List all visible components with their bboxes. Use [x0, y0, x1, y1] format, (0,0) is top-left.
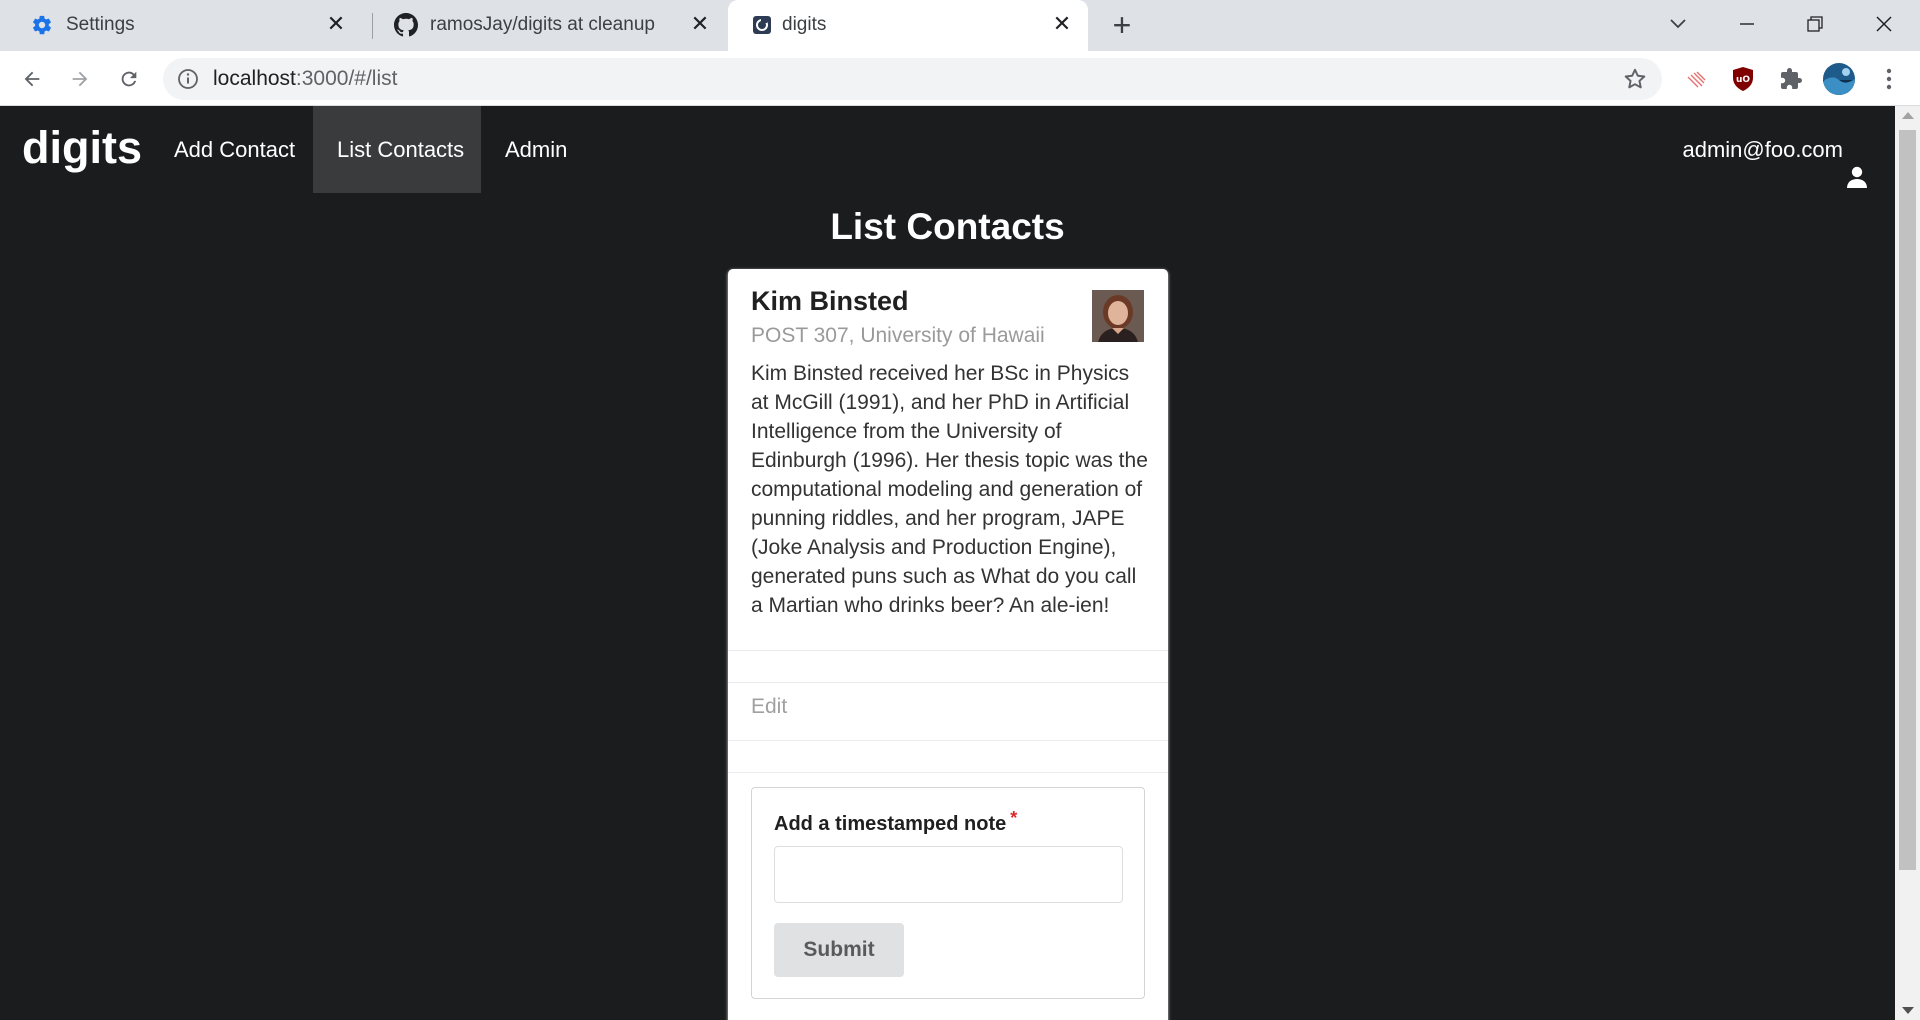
info-icon[interactable] — [177, 68, 199, 90]
contact-name: Kim Binsted — [751, 286, 909, 316]
address-bar[interactable]: localhost:3000/#/list — [163, 58, 1662, 100]
scroll-down-arrow-icon[interactable] — [1902, 1007, 1914, 1014]
contact-photo — [1092, 290, 1144, 342]
forward-arrow-icon[interactable] — [64, 63, 96, 95]
tab-title: Settings — [66, 14, 135, 35]
nav-list-contacts[interactable]: List Contacts — [313, 106, 481, 193]
nav-add-contact[interactable]: Add Contact — [150, 106, 319, 193]
contact-address: POST 307, University of Hawaii — [751, 324, 1045, 347]
note-input[interactable] — [774, 846, 1123, 903]
puzzle-extensions-icon[interactable] — [1776, 64, 1806, 94]
ublock-shield-icon[interactable]: uO — [1728, 64, 1758, 94]
card-divider — [728, 772, 1168, 773]
kebab-menu-icon[interactable] — [1874, 64, 1904, 94]
new-tab-plus-icon[interactable]: + — [1106, 9, 1138, 42]
submit-button[interactable]: Submit — [774, 923, 904, 977]
card-divider — [728, 740, 1168, 741]
card-divider — [728, 650, 1168, 651]
browser-tabstrip: Settings ✕ ramosJay/digits at cleanup ✕ … — [0, 0, 1920, 51]
tab-title: ramosJay/digits at cleanup — [430, 14, 655, 35]
extension-stripes-icon[interactable] — [1681, 64, 1711, 94]
back-arrow-icon[interactable] — [16, 63, 48, 95]
page-viewport: digits Add Contact List Contacts Admin a… — [0, 106, 1895, 1020]
edit-link[interactable]: Edit — [751, 695, 787, 719]
browser-tab-digits[interactable]: digits ✕ — [728, 0, 1088, 51]
user-icon — [1845, 138, 1869, 188]
close-icon[interactable]: ✕ — [1050, 12, 1074, 36]
tab-search-chevron-icon[interactable] — [1660, 8, 1696, 40]
bookmark-star-icon[interactable] — [1622, 66, 1648, 92]
url-text: localhost:3000/#/list — [213, 67, 398, 90]
reload-icon[interactable] — [113, 63, 145, 95]
profile-avatar[interactable] — [1822, 62, 1856, 96]
page-title: List Contacts — [830, 206, 1065, 247]
contact-description: Kim Binsted received her BSc in Physics … — [751, 362, 1148, 617]
user-email: admin@foo.com — [1682, 137, 1843, 162]
app-favicon-icon — [750, 13, 774, 37]
user-dropdown[interactable]: admin@foo.com — [1682, 106, 1869, 193]
note-field-label: Add a timestamped note * — [774, 808, 1018, 835]
top-menu: digits Add Contact List Contacts Admin a… — [0, 106, 1895, 193]
scroll-up-arrow-icon[interactable] — [1902, 112, 1914, 119]
add-note-form: Add a timestamped note * Submit — [751, 787, 1145, 999]
window-close-icon[interactable] — [1866, 8, 1902, 40]
tab-title: digits — [782, 14, 827, 35]
svg-text:uO: uO — [1736, 75, 1750, 85]
browser-tab-settings[interactable]: Settings ✕ — [0, 0, 362, 51]
required-asterisk: * — [1010, 808, 1018, 828]
browser-tab-github[interactable]: ramosJay/digits at cleanup ✕ — [364, 0, 726, 51]
github-icon — [394, 13, 418, 37]
card-divider — [728, 682, 1168, 683]
page-scrollbar[interactable] — [1895, 106, 1920, 1020]
nav-admin[interactable]: Admin — [481, 106, 591, 193]
minimize-icon[interactable] — [1729, 8, 1765, 40]
close-icon[interactable]: ✕ — [688, 12, 712, 36]
scrollbar-thumb[interactable] — [1899, 130, 1916, 870]
gear-icon — [30, 13, 54, 37]
browser-toolbar: localhost:3000/#/list uO — [0, 51, 1920, 106]
close-icon[interactable]: ✕ — [324, 12, 348, 36]
restore-icon[interactable] — [1797, 8, 1833, 40]
brand-logo[interactable]: digits — [22, 122, 142, 174]
contact-card: Kim Binsted POST 307, University of Hawa… — [728, 269, 1168, 1020]
